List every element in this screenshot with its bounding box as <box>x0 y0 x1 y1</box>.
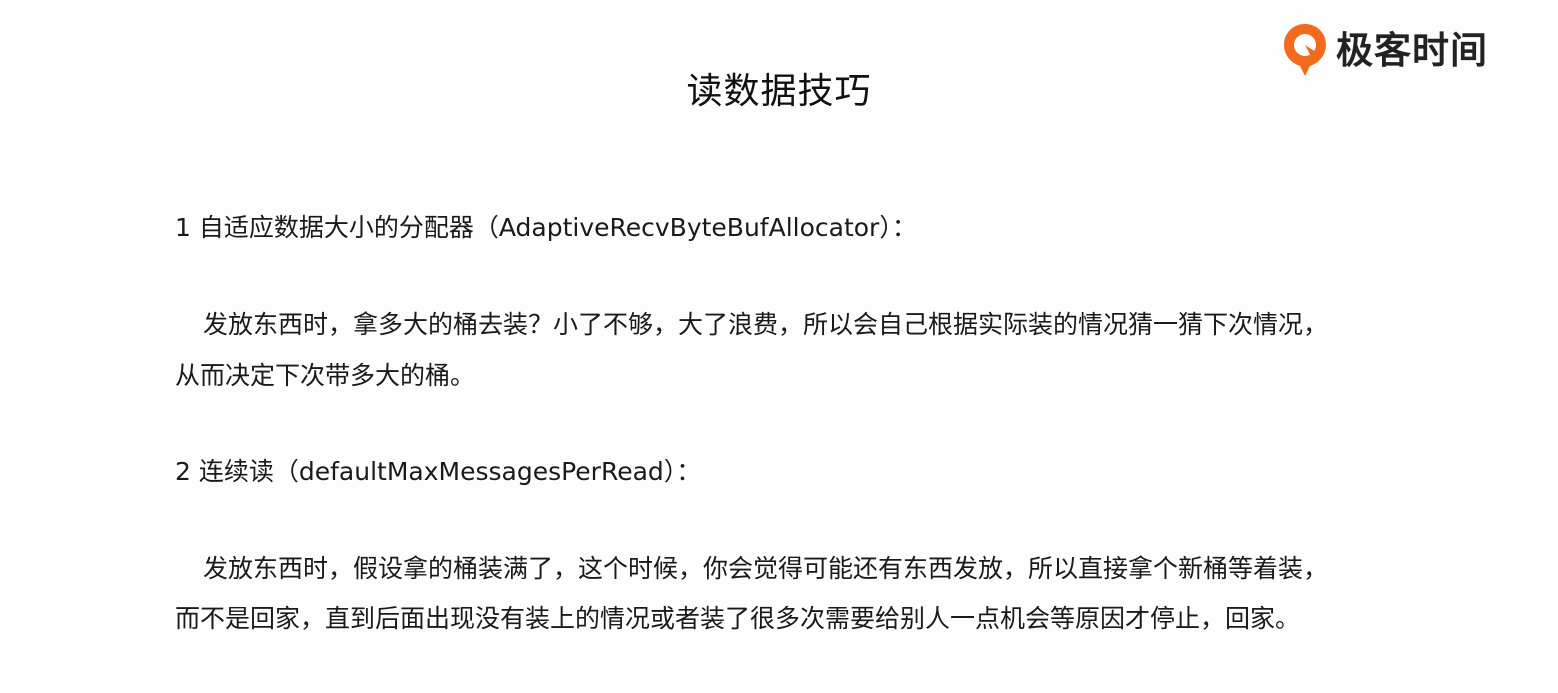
paragraph-line: 发放东西时，假设拿的桶装满了，这个时候，你会觉得可能还有东西发放，所以直接拿个新… <box>203 554 1329 583</box>
paragraph-line: 从而决定下次带多大的桶。 <box>175 361 476 390</box>
brand-name: 极客时间 <box>1336 28 1488 72</box>
paragraph-line: 而不是回家，直到后面出现没有装上的情况或者装了很多次需要给别人一点机会等原因才停… <box>175 604 1301 633</box>
slide-title: 读数据技巧 <box>686 71 872 112</box>
section-heading: 2 连续读（defaultMaxMessagesPerRead）： <box>175 457 702 486</box>
slide: 极客时间 读数据技巧 1 自适应数据大小的分配器（AdaptiveRecvByt… <box>0 0 1558 693</box>
section-heading: 1 自适应数据大小的分配器（AdaptiveRecvByteBufAllocat… <box>175 213 917 242</box>
paragraph-line: 发放东西时，拿多大的桶去装？小了不够，大了浪费，所以会自己根据实际装的情况猜一猜… <box>203 310 1329 339</box>
